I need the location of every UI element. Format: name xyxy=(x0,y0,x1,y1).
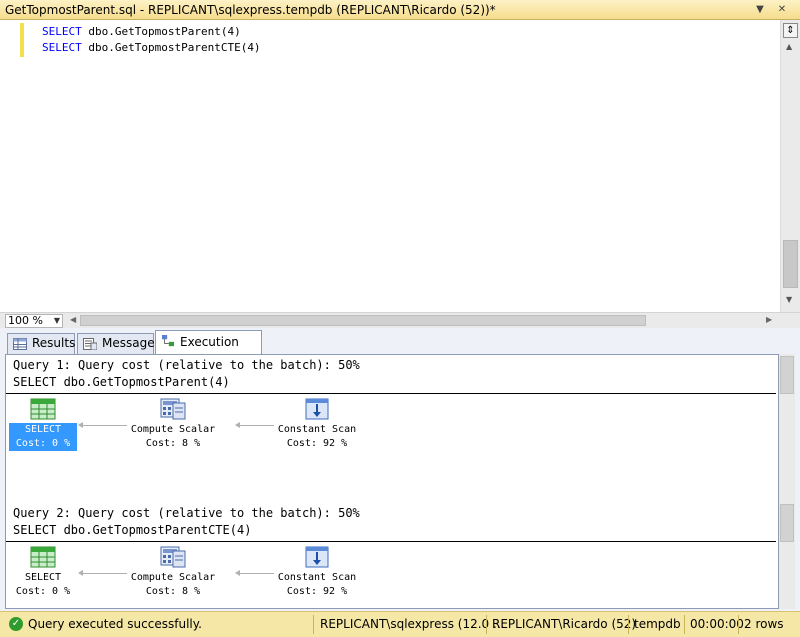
success-check-icon: ✓ xyxy=(9,617,23,631)
split-icon[interactable]: ⇕ xyxy=(783,23,798,38)
change-marker xyxy=(20,23,24,57)
compute-scalar-icon xyxy=(160,398,186,420)
grid-icon xyxy=(13,338,27,350)
status-message: Query executed successfully. xyxy=(28,617,202,631)
compute-scalar-icon xyxy=(160,546,186,568)
tab-execution-plan[interactable]: Execution plan xyxy=(155,330,262,371)
code-line-2[interactable]: SELECT dbo.GetTopmostParentCTE(4) xyxy=(42,41,261,54)
results-tabstrip: Results Messages Execution plan xyxy=(0,330,800,371)
divider xyxy=(684,615,685,634)
execution-plan-pane[interactable]: Query 1: Query cost (relative to the bat… xyxy=(5,354,779,609)
plan-vertical-scrollbar[interactable] xyxy=(779,354,795,609)
status-user: REPLICANT\Ricardo (52) xyxy=(492,617,637,631)
plan-node-compute-scalar[interactable]: Compute Scalar Cost: 8 % xyxy=(118,546,228,599)
query-1-header: Query 1: Query cost (relative to the bat… xyxy=(13,358,360,372)
scroll-right-icon[interactable]: ▶ xyxy=(766,315,772,324)
scroll-thumb[interactable] xyxy=(783,240,798,288)
status-database: tempdb xyxy=(634,617,681,631)
scroll-thumb[interactable] xyxy=(780,356,794,394)
tab-results[interactable]: Results xyxy=(7,333,75,354)
divider xyxy=(6,393,776,394)
divider xyxy=(313,615,314,634)
divider xyxy=(6,541,776,542)
scroll-up-icon[interactable]: ▲ xyxy=(786,42,792,51)
code-line-1[interactable]: SELECT dbo.GetTopmostParent(4) xyxy=(42,25,241,38)
editor-vertical-scrollbar[interactable]: ⇕ ▲ ▼ xyxy=(780,20,800,312)
query-1-statement: SELECT dbo.GetTopmostParent(4) xyxy=(13,375,230,389)
document-title[interactable]: GetTopmostParent.sql - REPLICANT\sqlexpr… xyxy=(5,3,496,17)
select-operator-icon xyxy=(30,398,56,420)
tab-messages[interactable]: Messages xyxy=(77,333,161,354)
divider xyxy=(628,615,629,634)
status-elapsed: 00:00:00 xyxy=(690,617,744,631)
scroll-down-icon[interactable]: ▼ xyxy=(786,295,792,304)
zoom-select[interactable]: 100 % ▼ xyxy=(5,314,63,328)
document-tab-bar: GetTopmostParent.sql - REPLICANT\sqlexpr… xyxy=(0,0,800,20)
close-icon[interactable]: ✕ xyxy=(774,2,790,18)
divider xyxy=(486,615,487,634)
chevron-down-icon[interactable]: ▼ xyxy=(54,315,60,327)
editor-horizontal-bar: 100 % ▼ ◀ ▶ xyxy=(0,312,800,328)
plan-node-constant-scan[interactable]: Constant Scan Cost: 92 % xyxy=(262,546,372,599)
horizontal-scroll-thumb[interactable] xyxy=(80,315,646,326)
query-editor[interactable]: SELECT dbo.GetTopmostParent(4) SELECT db… xyxy=(0,20,780,312)
chevron-down-icon[interactable]: ▼ xyxy=(752,2,768,18)
query-2-statement: SELECT dbo.GetTopmostParentCTE(4) xyxy=(13,523,252,537)
plan-node-constant-scan[interactable]: Constant Scan Cost: 92 % xyxy=(262,398,372,451)
messages-icon xyxy=(83,338,97,350)
constant-scan-icon xyxy=(305,398,329,420)
scroll-left-icon[interactable]: ◀ xyxy=(70,315,76,324)
status-bar: ✓ Query executed successfully. REPLICANT… xyxy=(0,611,800,637)
divider xyxy=(738,615,739,634)
status-server: REPLICANT\sqlexpress (12.0 ... xyxy=(320,617,505,631)
query-2-header: Query 2: Query cost (relative to the bat… xyxy=(13,506,360,520)
scroll-thumb[interactable] xyxy=(780,504,794,542)
execution-plan-icon xyxy=(162,335,174,347)
plan-node-compute-scalar[interactable]: Compute Scalar Cost: 8 % xyxy=(118,398,228,451)
constant-scan-icon xyxy=(305,546,329,568)
select-operator-icon xyxy=(30,546,56,568)
status-rows: 2 rows xyxy=(744,617,784,631)
